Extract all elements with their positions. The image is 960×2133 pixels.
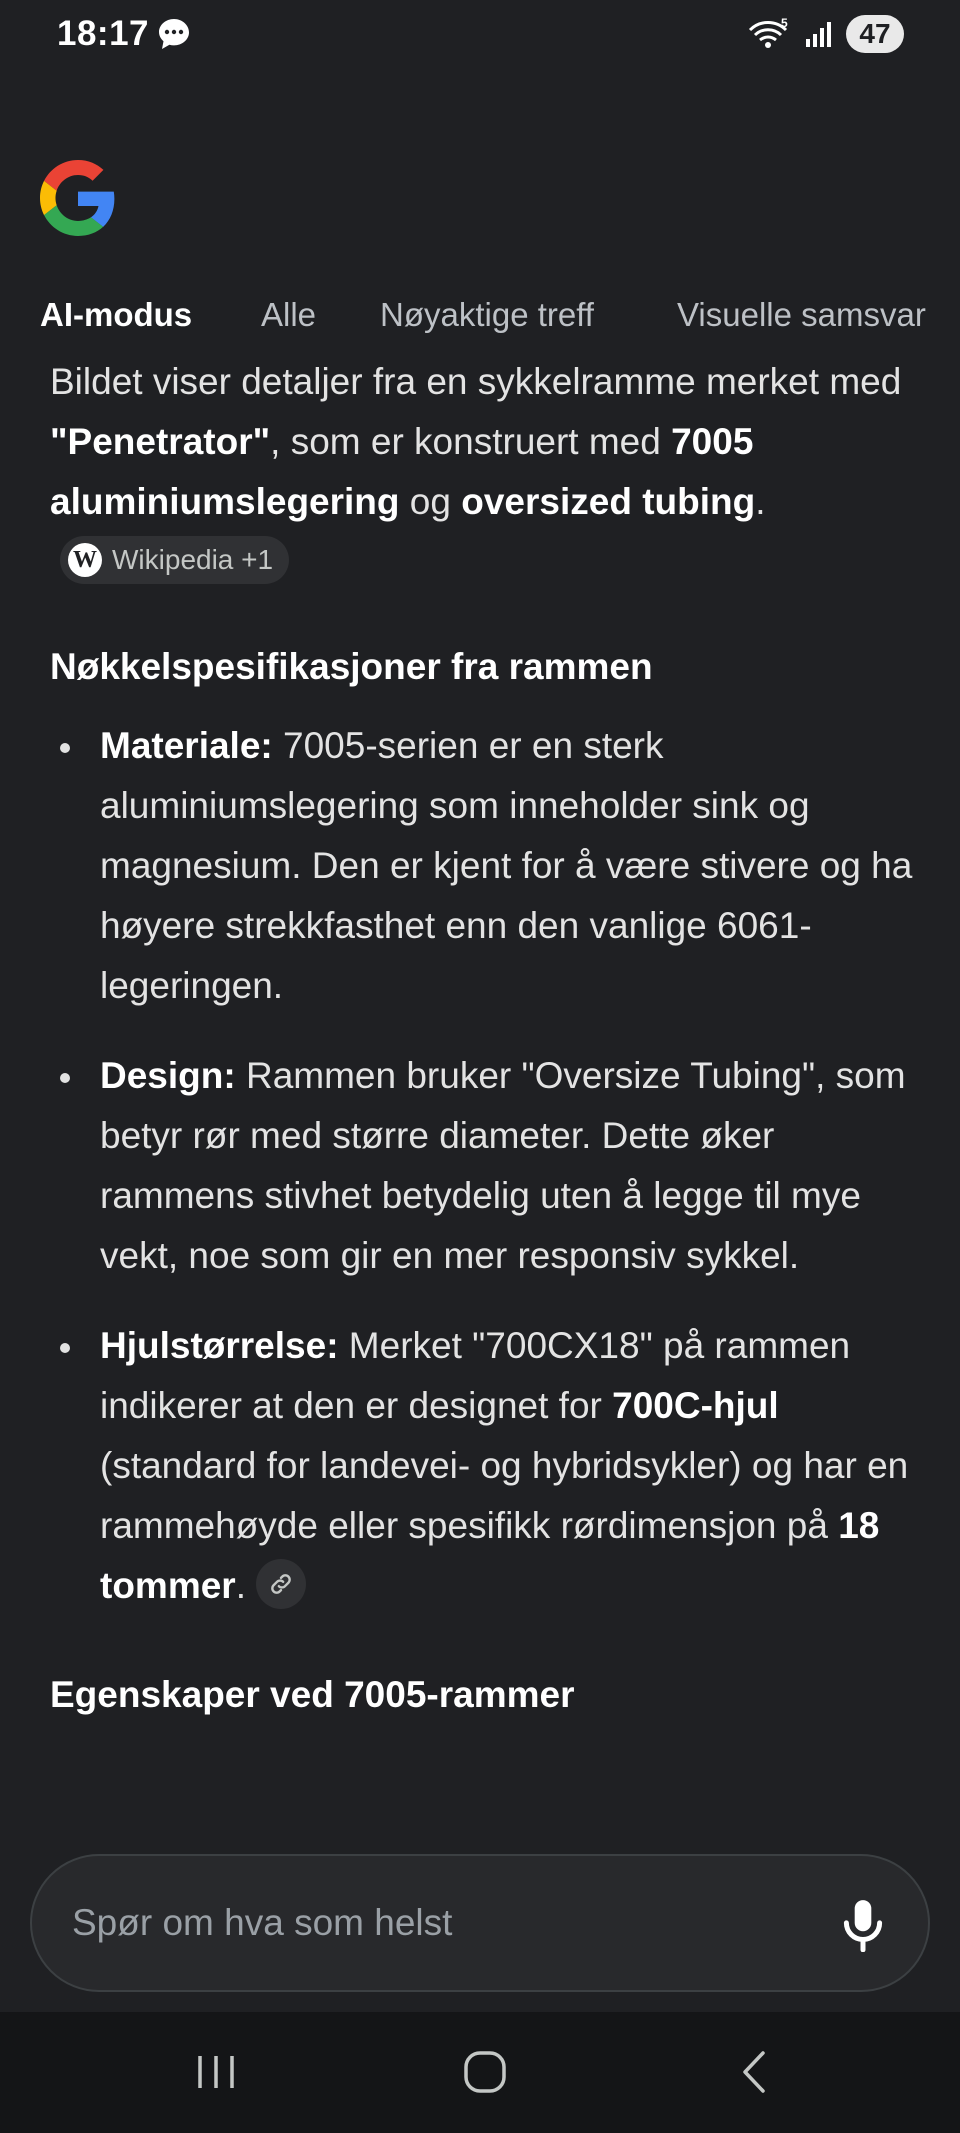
battery-indicator: 47 — [846, 15, 904, 53]
intro-text-4: . — [755, 481, 766, 522]
back-button[interactable] — [724, 2042, 784, 2102]
bullet-text: (standard for landevei- og hybridsykler)… — [100, 1445, 909, 1546]
status-icons: 5 47 — [748, 14, 904, 54]
intro-bold-tubing: oversized tubing — [461, 481, 756, 522]
tab-ai-mode[interactable]: AI-modus — [40, 296, 192, 334]
bullet-label: Hjulstørrelse: — [100, 1325, 339, 1366]
section-title-specs: Nøkkelspesifikasjoner fra rammen — [50, 646, 653, 687]
google-g-logo[interactable] — [40, 160, 116, 236]
app-header: AI-modus Alle Nøyaktige treff Visuelle s… — [0, 70, 960, 360]
ai-answer-content: Bildet viser detaljer fra en sykkelramme… — [0, 360, 960, 1840]
bullet-text: . — [235, 1565, 246, 1606]
bottom-search-area: Spør om hva som helst — [0, 1840, 960, 2012]
recent-apps-button[interactable] — [186, 2042, 246, 2102]
search-tabs: AI-modus Alle Nøyaktige treff Visuelle s… — [0, 296, 960, 356]
intro-paragraph: Bildet viser detaljer fra en sykkelramme… — [50, 360, 920, 592]
specs-list: Materiale: 7005-serien er en sterk alumi… — [50, 716, 920, 1616]
intro-bold-penetrator: "Penetrator" — [50, 421, 271, 462]
status-bar: 18:17 5 47 — [0, 0, 960, 70]
signal-icon — [806, 22, 831, 47]
source-chip-label: Wikipedia +1 — [112, 544, 274, 576]
intro-text-2: , som er konstruert med — [270, 421, 672, 462]
source-chip[interactable]: W Wikipedia +1 — [60, 536, 290, 585]
wikipedia-icon: W — [68, 543, 102, 578]
list-item: Design: Rammen bruker "Oversize Tubing",… — [50, 1046, 920, 1286]
home-icon — [464, 2051, 506, 2093]
bullet-bold-wheel: 700C-hjul — [612, 1385, 779, 1426]
tab-exact-matches[interactable]: Nøyaktige treff — [380, 296, 594, 334]
home-button[interactable] — [455, 2042, 515, 2102]
bullet-text: 7005-serien er en sterk aluminiumslegeri… — [100, 725, 913, 1006]
bullet-label: Design: — [100, 1055, 236, 1096]
wifi-icon: 5 — [748, 16, 788, 48]
system-nav-bar — [0, 2012, 960, 2133]
link-icon — [271, 1574, 291, 1595]
microphone-icon[interactable] — [838, 1898, 888, 1952]
bullet-label: Materiale: — [100, 725, 273, 766]
tab-all[interactable]: Alle — [261, 296, 316, 334]
intro-text-1: Bildet viser detaljer fra en sykkelramme… — [50, 361, 902, 402]
link-chip[interactable] — [255, 1559, 306, 1610]
wifi-badge: 5 — [781, 16, 788, 30]
search-input[interactable]: Spør om hva som helst — [30, 1854, 930, 1992]
intro-text-3: og — [399, 481, 462, 522]
section-title-properties: Egenskaper ved 7005-rammer — [50, 1674, 575, 1715]
back-icon — [743, 2051, 765, 2093]
list-item: Hjulstørrelse: Merket "700CX18" på ramme… — [50, 1316, 920, 1616]
status-time: 18:17 — [57, 14, 150, 53]
search-placeholder: Spør om hva som helst — [72, 1902, 453, 1943]
recent-apps-icon — [198, 2056, 234, 2088]
tab-visual-matches[interactable]: Visuelle samsvar — [677, 296, 926, 334]
message-icon — [159, 19, 189, 49]
list-item: Materiale: 7005-serien er en sterk alumi… — [50, 716, 920, 1016]
